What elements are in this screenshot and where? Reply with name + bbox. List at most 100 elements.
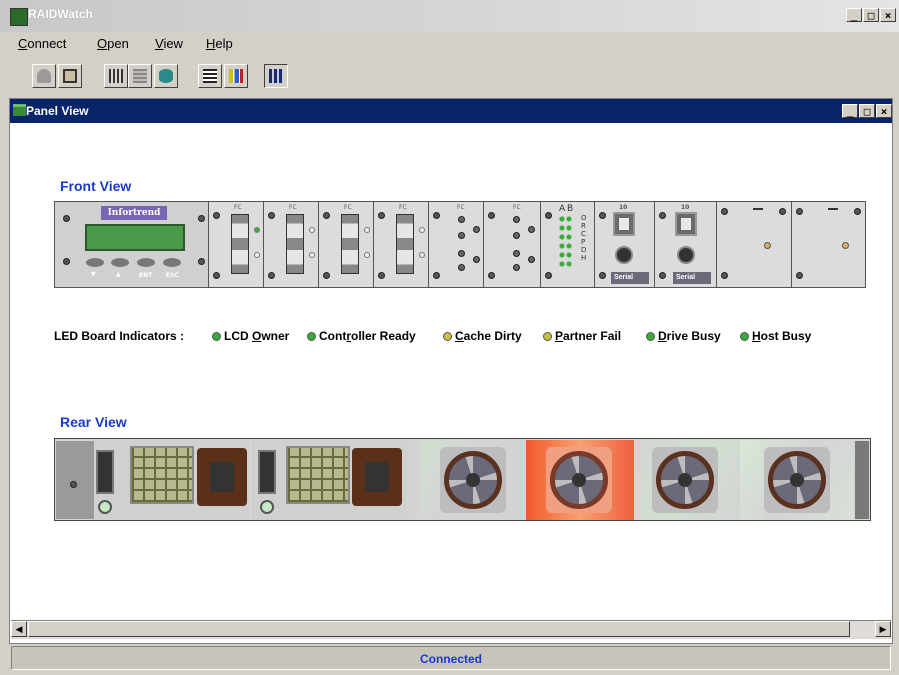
enter-key[interactable] <box>137 258 155 267</box>
panel-view-icon <box>13 104 26 116</box>
disk-button[interactable] <box>154 64 178 88</box>
screw-icon <box>599 212 606 219</box>
screw-icon <box>779 208 786 215</box>
menu-connect[interactable]: Connect <box>18 36 66 51</box>
scroll-right-button[interactable]: ▶ <box>875 621 891 637</box>
status-led <box>419 252 425 258</box>
status-led <box>364 252 370 258</box>
ethernet-port <box>675 212 697 236</box>
scroll-thumb[interactable] <box>28 621 850 637</box>
enclosure-view-button[interactable] <box>32 64 56 88</box>
screw-icon <box>198 215 205 222</box>
screw-icon <box>198 258 205 265</box>
green-led-icon <box>307 332 316 341</box>
legend-controller-ready: Controller Ready <box>307 329 416 343</box>
menu-open[interactable]: Open <box>97 36 129 51</box>
cooling-fan-icon <box>546 447 612 513</box>
screw-icon <box>488 212 495 219</box>
screw-icon <box>659 272 666 279</box>
config-button[interactable] <box>104 64 128 88</box>
connect-icon <box>63 69 77 83</box>
power-switch[interactable] <box>96 450 114 494</box>
frame-maximize-button[interactable]: □ <box>859 104 875 118</box>
array-icon <box>133 69 147 83</box>
legend-cache-dirty: Cache Dirty <box>443 329 522 343</box>
minimize-button[interactable]: _ <box>846 8 862 22</box>
status-bar: Connected <box>11 646 891 670</box>
panel-view-frame <box>9 98 893 644</box>
status-led <box>254 227 260 233</box>
window-title: RAIDWatch <box>28 7 93 21</box>
power-switch[interactable] <box>258 450 276 494</box>
sfp-port <box>231 214 249 274</box>
enclosure-view-icon <box>37 69 51 83</box>
fc-label: FC <box>289 204 297 211</box>
screw-icon <box>213 212 220 219</box>
led-column-a: A <box>559 204 566 214</box>
screw-icon <box>545 272 552 279</box>
escape-key[interactable] <box>163 258 181 267</box>
green-led-icon <box>646 332 655 341</box>
up-key-label: ▲ <box>116 271 121 278</box>
port-dot <box>513 264 520 271</box>
fc-label: FC <box>399 204 407 211</box>
screw-icon <box>323 272 330 279</box>
sfp-port <box>341 214 359 274</box>
port-dot <box>458 250 465 257</box>
ac-power-socket <box>197 448 247 506</box>
maximize-button[interactable]: □ <box>863 8 879 22</box>
fan-module <box>420 440 525 520</box>
port-dot <box>513 216 520 223</box>
screw-icon <box>378 272 385 279</box>
screw-icon <box>854 208 861 215</box>
psu-grille <box>286 446 350 504</box>
serial-label-plate: Serial <box>673 272 711 284</box>
power-supply-unit <box>94 440 249 520</box>
fc-label: FC <box>513 204 521 211</box>
status-led <box>764 242 771 249</box>
array-button[interactable] <box>128 64 152 88</box>
raidwatch-app-icon <box>10 8 28 26</box>
rear-view-title: Rear View <box>60 414 127 430</box>
ethernet-port <box>613 212 635 236</box>
serial-port-module: 10 Serial <box>594 202 654 287</box>
serial-port <box>615 246 633 264</box>
legend-lcd-owner: LCD Owner <box>212 329 289 343</box>
down-key-label: ▼ <box>91 271 96 278</box>
statistics-button[interactable] <box>224 64 248 88</box>
led-letters: ORCPDH <box>581 214 587 262</box>
fan-module <box>740 440 854 520</box>
fan-module <box>634 440 739 520</box>
blank-module <box>791 202 865 287</box>
front-view-title: Front View <box>60 178 132 194</box>
event-log-button[interactable] <box>198 64 222 88</box>
screw-icon <box>796 208 803 215</box>
connect-button[interactable] <box>58 64 82 88</box>
network-label: 10 <box>681 204 690 211</box>
screw-icon <box>796 272 803 279</box>
cooling-fan-icon <box>440 447 506 513</box>
yellow-led-icon <box>543 332 552 341</box>
led-column-b: B <box>567 204 574 214</box>
frame-close-button[interactable]: × <box>876 104 892 118</box>
green-led-icon <box>740 332 749 341</box>
port-dot <box>458 216 465 223</box>
scroll-left-button[interactable]: ◀ <box>11 621 27 637</box>
config-icon <box>109 69 123 83</box>
panel-view-button[interactable] <box>264 64 288 88</box>
led-legend-heading: LED Board Indicators : <box>54 329 185 343</box>
up-key[interactable] <box>111 258 129 267</box>
menu-help[interactable]: Help <box>206 36 233 51</box>
fc-host-module: FC <box>373 202 428 287</box>
serial-port-module: 10 Serial <box>654 202 716 287</box>
connection-status: Connected <box>419 652 482 666</box>
power-led <box>98 500 112 514</box>
legend-host-busy: Host Busy <box>740 329 811 343</box>
close-button[interactable]: × <box>880 8 896 22</box>
power-led <box>260 500 274 514</box>
menu-view[interactable]: View <box>155 36 183 51</box>
down-key[interactable] <box>86 258 104 267</box>
green-led-icon <box>212 332 221 341</box>
port-dot <box>473 256 480 263</box>
frame-minimize-button[interactable]: _ <box>842 104 858 118</box>
